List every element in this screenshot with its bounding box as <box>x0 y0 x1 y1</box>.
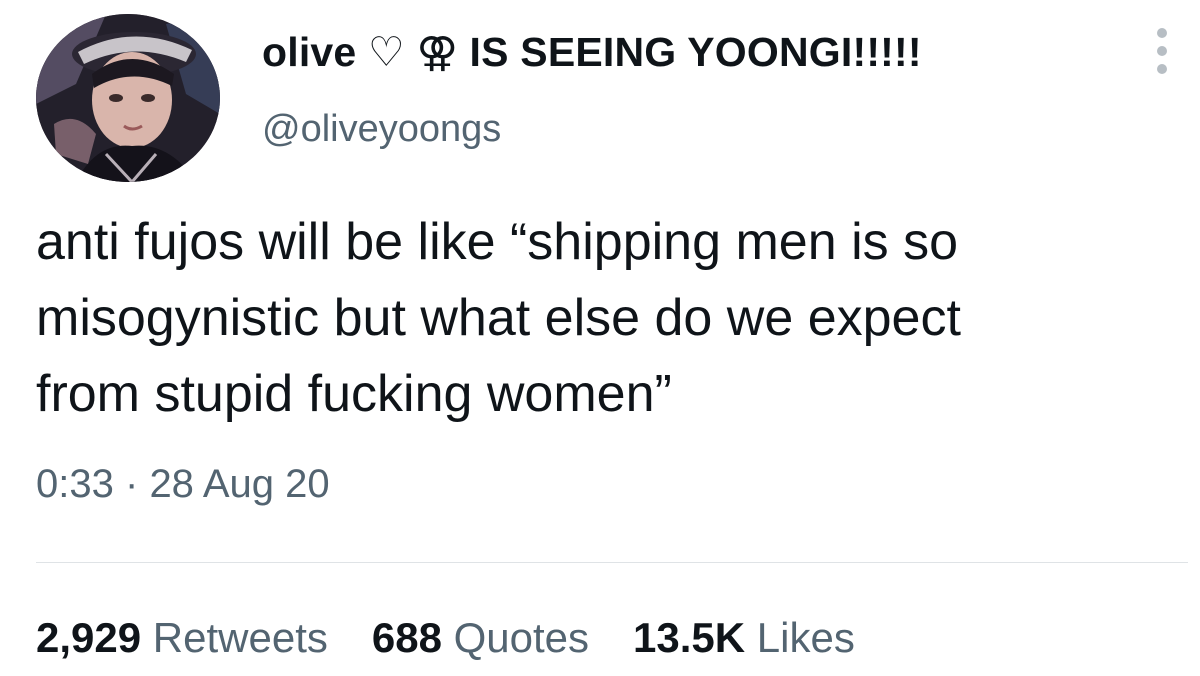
quotes-stat[interactable]: 688 Quotes <box>372 614 589 662</box>
meta-separator: · <box>124 462 139 506</box>
more-dot <box>1157 28 1167 38</box>
likes-count: 13.5K <box>633 614 746 661</box>
tweet-date: 28 Aug 20 <box>149 462 330 506</box>
tweet-timestamp[interactable]: 0:33 · 28 Aug 20 <box>36 462 330 507</box>
tweet-text-line: from stupid fucking women” <box>36 365 672 423</box>
tweet-card: olive ♡ ⚢ IS SEEING YOONGI!!!!! @oliveyo… <box>0 0 1200 676</box>
retweets-count: 2,929 <box>36 614 142 661</box>
quotes-count: 688 <box>371 614 442 661</box>
likes-label: Likes <box>756 614 855 661</box>
more-dot <box>1157 46 1167 56</box>
likes-stat[interactable]: 13.5K Likes <box>633 614 855 662</box>
tweet-time: 0:33 <box>36 462 114 506</box>
retweets-label: Retweets <box>152 614 328 661</box>
display-name[interactable]: olive ♡ ⚢ IS SEEING YOONGI!!!!! <box>262 28 922 76</box>
more-dot <box>1157 64 1167 74</box>
quotes-label: Quotes <box>453 614 590 661</box>
tweet-text-line: anti fujos will be like “shipping men is… <box>36 213 958 271</box>
retweets-stat[interactable]: 2,929 Retweets <box>36 614 328 662</box>
more-options-icon[interactable] <box>1148 26 1176 76</box>
tweet-text: anti fujos will be like “shipping men is… <box>36 204 1186 432</box>
avatar[interactable] <box>36 14 220 182</box>
tweet-stats: 2,929 Retweets 688 Quotes 13.5K Likes <box>36 614 855 662</box>
user-handle[interactable]: @oliveyoongs <box>262 108 501 151</box>
divider <box>36 562 1188 563</box>
tweet-text-line: misogynistic but what else do we expect <box>36 289 961 347</box>
avatar-image <box>36 14 220 182</box>
